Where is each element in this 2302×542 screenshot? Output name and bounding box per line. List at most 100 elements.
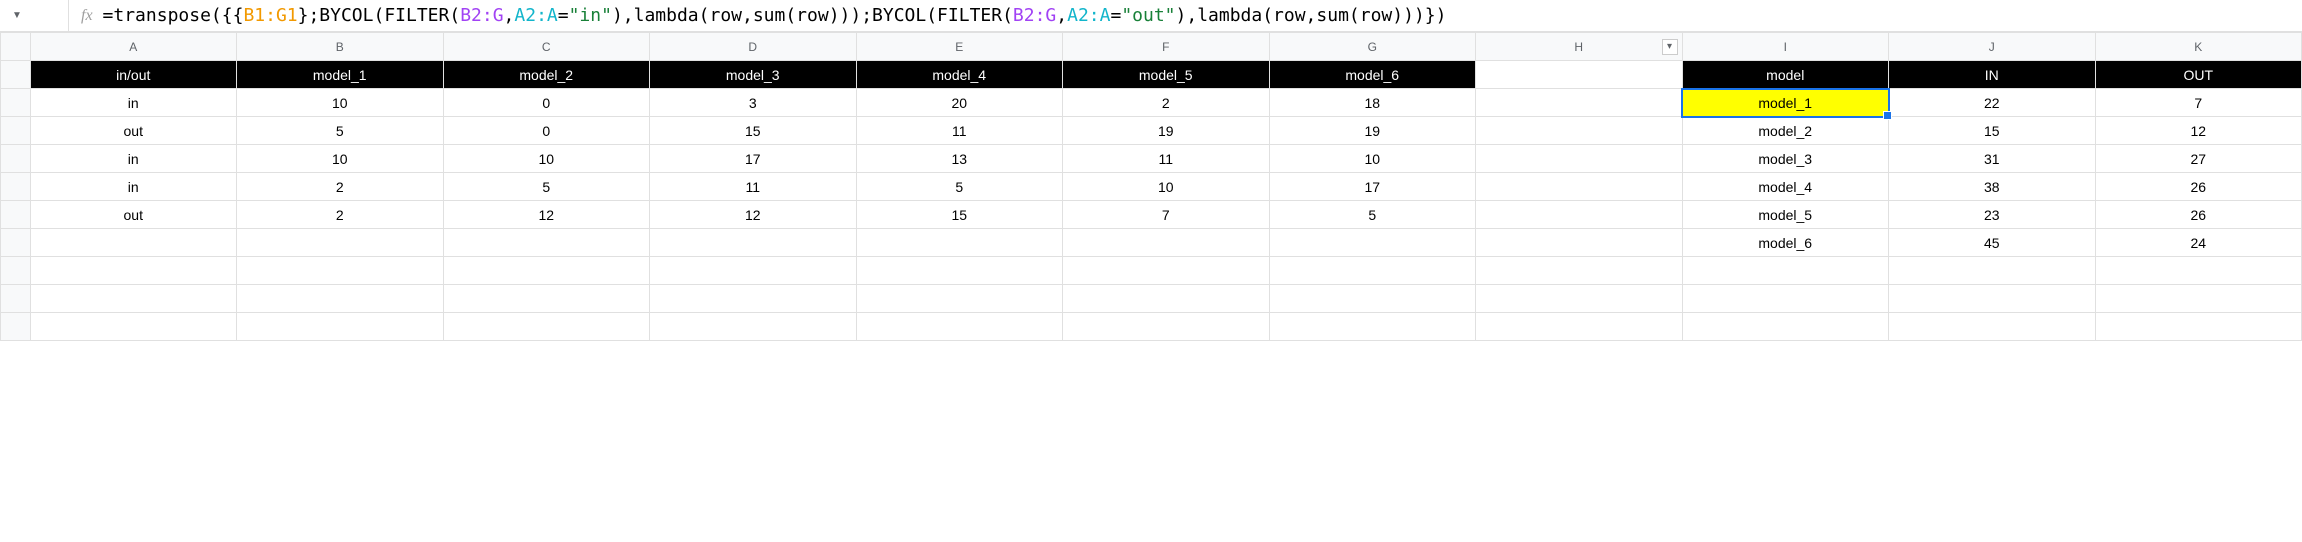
row-header[interactable] (1, 61, 31, 89)
cell[interactable]: 26 (2095, 173, 2302, 201)
row-header[interactable] (1, 145, 31, 173)
chevron-down-icon[interactable]: ▼ (12, 10, 22, 21)
cell[interactable]: model_4 (1682, 173, 1889, 201)
cell[interactable]: model_4 (856, 61, 1063, 89)
cell[interactable]: model_1 (237, 61, 444, 89)
cell[interactable]: IN (1889, 61, 2096, 89)
cell[interactable]: 19 (1063, 117, 1270, 145)
cell[interactable]: 7 (2095, 89, 2302, 117)
cell[interactable]: model_3 (1682, 145, 1889, 173)
cell[interactable] (1889, 285, 2096, 313)
column-header-A[interactable]: A (30, 33, 237, 61)
cell[interactable]: 0 (443, 117, 650, 145)
cell[interactable]: 45 (1889, 229, 2096, 257)
cell[interactable] (1682, 257, 1889, 285)
cell[interactable] (650, 285, 857, 313)
cell[interactable] (856, 313, 1063, 341)
cell[interactable]: 11 (1063, 145, 1270, 173)
cell[interactable]: model_3 (650, 61, 857, 89)
cell[interactable] (1269, 257, 1476, 285)
cell[interactable] (237, 313, 444, 341)
cell[interactable]: in (30, 89, 237, 117)
cell[interactable]: 11 (650, 173, 857, 201)
cell[interactable]: 5 (1269, 201, 1476, 229)
cell[interactable]: 5 (443, 173, 650, 201)
row-header[interactable] (1, 201, 31, 229)
cell[interactable]: 12 (650, 201, 857, 229)
cell[interactable]: in (30, 145, 237, 173)
cell[interactable] (30, 313, 237, 341)
cell[interactable] (30, 285, 237, 313)
row-header[interactable] (1, 173, 31, 201)
cell[interactable] (1269, 313, 1476, 341)
cell[interactable]: 10 (237, 89, 444, 117)
cell[interactable]: 27 (2095, 145, 2302, 173)
cell[interactable]: 11 (856, 117, 1063, 145)
cell[interactable] (1476, 201, 1683, 229)
cell[interactable]: OUT (2095, 61, 2302, 89)
cell[interactable]: 7 (1063, 201, 1270, 229)
cell[interactable] (1476, 285, 1683, 313)
cell[interactable]: 12 (2095, 117, 2302, 145)
cell[interactable] (443, 313, 650, 341)
column-header-C[interactable]: C (443, 33, 650, 61)
cell[interactable] (1476, 117, 1683, 145)
cell[interactable] (1682, 313, 1889, 341)
cell[interactable] (856, 257, 1063, 285)
column-header-E[interactable]: E (856, 33, 1063, 61)
cell[interactable] (1476, 313, 1683, 341)
cell[interactable] (1063, 285, 1270, 313)
cell[interactable]: 22 (1889, 89, 2096, 117)
column-header-K[interactable]: K (2095, 33, 2302, 61)
row-header[interactable] (1, 285, 31, 313)
cell[interactable] (237, 229, 444, 257)
active-cell[interactable]: model_1 (1682, 89, 1889, 117)
cell[interactable] (1476, 229, 1683, 257)
row-header[interactable] (1, 89, 31, 117)
cell[interactable]: 26 (2095, 201, 2302, 229)
cell[interactable]: model (1682, 61, 1889, 89)
cell[interactable]: out (30, 117, 237, 145)
cell[interactable] (443, 285, 650, 313)
filter-icon[interactable]: ▾ (1662, 39, 1678, 55)
formula-input[interactable]: =transpose({{B1:G1};BYCOL(FILTER(B2:G,A2… (103, 5, 2298, 26)
cell[interactable]: 10 (237, 145, 444, 173)
cell[interactable] (1889, 313, 2096, 341)
cell[interactable]: 13 (856, 145, 1063, 173)
cell[interactable] (1889, 257, 2096, 285)
cell[interactable]: 12 (443, 201, 650, 229)
cell[interactable]: 5 (237, 117, 444, 145)
row-header[interactable] (1, 257, 31, 285)
cell[interactable]: model_6 (1682, 229, 1889, 257)
cell[interactable]: 10 (443, 145, 650, 173)
row-header[interactable] (1, 117, 31, 145)
cell[interactable] (1063, 257, 1270, 285)
cell[interactable] (237, 285, 444, 313)
cell[interactable] (2095, 285, 2302, 313)
cell[interactable]: 15 (856, 201, 1063, 229)
cell[interactable] (1063, 313, 1270, 341)
row-header[interactable] (1, 229, 31, 257)
cell[interactable] (443, 257, 650, 285)
cell[interactable]: 38 (1889, 173, 2096, 201)
cell[interactable]: 17 (1269, 173, 1476, 201)
cell[interactable]: model_5 (1063, 61, 1270, 89)
cell[interactable]: 17 (650, 145, 857, 173)
cell[interactable] (237, 257, 444, 285)
cell[interactable]: 10 (1063, 173, 1270, 201)
cell[interactable]: 5 (856, 173, 1063, 201)
column-header-D[interactable]: D (650, 33, 857, 61)
cell[interactable]: 18 (1269, 89, 1476, 117)
cell[interactable] (2095, 257, 2302, 285)
cell[interactable] (1476, 89, 1683, 117)
cell[interactable]: 20 (856, 89, 1063, 117)
column-header-B[interactable]: B (237, 33, 444, 61)
column-header-H[interactable]: H▾ (1476, 33, 1683, 61)
column-header-G[interactable]: G (1269, 33, 1476, 61)
column-header-I[interactable]: I (1682, 33, 1889, 61)
cell[interactable]: 31 (1889, 145, 2096, 173)
cell[interactable]: 2 (1063, 89, 1270, 117)
row-header[interactable] (1, 313, 31, 341)
cell[interactable] (1476, 173, 1683, 201)
cell[interactable]: 3 (650, 89, 857, 117)
